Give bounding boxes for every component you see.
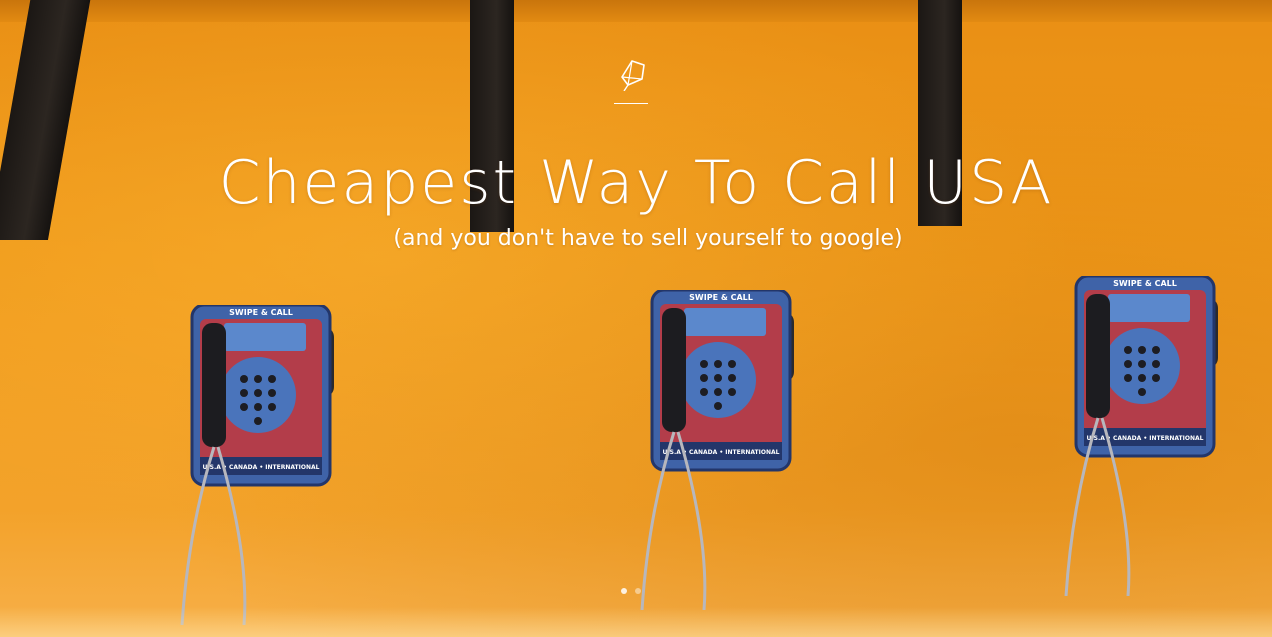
payphone-footer-label: U.S.A • CANADA • INTERNATIONAL [1087, 435, 1204, 442]
hero-title: Cheapest Way To Call USA [218, 148, 1054, 218]
payphone-image: SWIPE & CALL U.S.A • CANADA • INTERNATIO… [178, 305, 338, 625]
payphone-graphic: SWIPE & CALL U.S.A • CANADA • INTERNATIO… [180, 305, 334, 625]
slider-dot[interactable] [621, 588, 627, 594]
payphone-footer-label: U.S.A • CANADA • INTERNATIONAL [663, 449, 780, 456]
site-logo-icon[interactable] [614, 55, 650, 92]
slider-dots [621, 588, 641, 594]
payphone-footer-label: U.S.A • CANADA • INTERNATIONAL [203, 464, 320, 471]
payphone-graphic: SWIPE & CALL U.S.A • CANADA • INTERNATIO… [1064, 276, 1218, 596]
payphone-header-label: SWIPE & CALL [229, 308, 293, 317]
payphone-graphic: SWIPE & CALL U.S.A • CANADA • INTERNATIO… [640, 290, 794, 610]
hero-banner: SWIPE & CALL U.S.A • CANADA • INTERNATIO… [0, 0, 1272, 637]
payphone-image: SWIPE & CALL U.S.A • CANADA • INTERNATIO… [638, 290, 798, 610]
logo-underline [614, 103, 648, 104]
payphone-image: SWIPE & CALL U.S.A • CANADA • INTERNATIO… [1062, 276, 1222, 596]
payphone-header-label: SWIPE & CALL [1113, 279, 1177, 288]
hero-subtitle: (and you don't have to sell yourself to … [393, 226, 903, 251]
wall-ceiling-edge [0, 0, 1272, 22]
floor-light-strip [0, 607, 1272, 637]
payphone-header-label: SWIPE & CALL [689, 293, 753, 302]
slider-dot[interactable] [635, 588, 641, 594]
